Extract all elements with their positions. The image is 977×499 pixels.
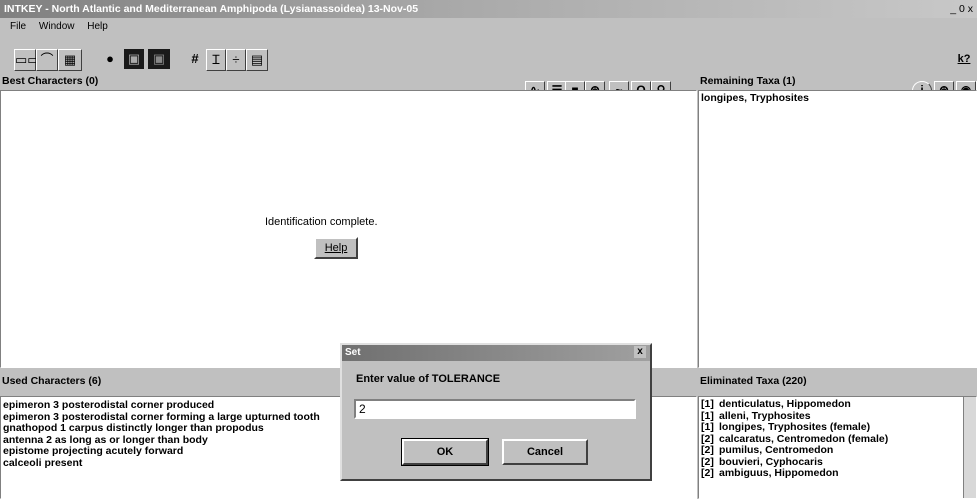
- help-icon: k?: [957, 53, 971, 65]
- toolbar: ▭▭ ⌒ ▦ ● ▣ ▣ # Ɪ ÷ ▤ k?: [0, 35, 977, 73]
- menu-file[interactable]: File: [10, 21, 26, 32]
- taxon-name: denticulatus, Hippomedon: [719, 399, 851, 410]
- list-item[interactable]: [2] bouvieri, Cyphocaris: [701, 457, 976, 469]
- remaining-taxa-list: longipes, Tryphosites: [698, 90, 977, 368]
- list-item[interactable]: [1] alleni, Tryphosites: [701, 411, 976, 423]
- taxon-name: alleni, Tryphosites: [719, 410, 811, 422]
- toolbar-button-2[interactable]: ⌒: [36, 49, 58, 71]
- help-button[interactable]: Help: [314, 237, 358, 259]
- plus-minus-icon: ÷: [232, 52, 240, 67]
- menu-window[interactable]: Window: [39, 21, 75, 32]
- menu-bar: File Window Help: [0, 18, 977, 35]
- taxon-name: calcaratus, Centromedon (female): [719, 433, 889, 445]
- image-icon: ▦: [63, 52, 77, 67]
- remaining-taxa-panel: Remaining Taxa (1) i ⊛ ◉ ⚲ longipes, Try…: [698, 73, 977, 368]
- taxon-badge: [2]: [701, 433, 714, 445]
- toolbar-button-10[interactable]: ▤: [246, 49, 268, 71]
- toolbar-button-1[interactable]: ▭▭: [14, 49, 40, 71]
- eliminated-taxa-title: Eliminated Taxa (220): [700, 375, 807, 387]
- window-title-bar: INTKEY - North Atlantic and Mediterranea…: [0, 0, 977, 18]
- identification-message: Identification complete.: [265, 216, 378, 228]
- taxon-name: ambiguus, Hippomedon: [719, 468, 839, 479]
- scrollbar[interactable]: [963, 397, 976, 498]
- taxon-badge: [2]: [701, 445, 714, 456]
- list-item[interactable]: [1] longipes, Tryphosites (female): [701, 422, 976, 434]
- toolbar-button-6[interactable]: ▣: [148, 49, 170, 69]
- close-icon[interactable]: x: [634, 346, 646, 358]
- cancel-button[interactable]: Cancel: [502, 439, 588, 465]
- toolbar-button-5[interactable]: ▣: [124, 49, 144, 69]
- tolerance-input[interactable]: 2: [354, 399, 636, 419]
- dialog-title: Set: [345, 347, 361, 358]
- taxon-badge: [2]: [701, 456, 714, 468]
- taxon-name: pumilus, Centromedon: [719, 445, 834, 456]
- taxon-badge: [1]: [701, 410, 714, 422]
- taxa-icon: ⌒: [40, 52, 54, 67]
- best-characters-list: Identification complete. Help: [0, 90, 697, 368]
- set-dialog: Set x Enter value of TOLERANCE 2 OK Canc…: [340, 343, 652, 481]
- restart-icon: ●: [106, 51, 114, 66]
- toolbar-button-4[interactable]: ●: [100, 49, 120, 69]
- taxon-name: bouvieri, Cyphocaris: [719, 456, 823, 468]
- toolbar-button-3[interactable]: ▦: [58, 49, 82, 71]
- list-item[interactable]: [1] denticulatus, Hippomedon: [701, 399, 976, 411]
- taxon-badge: [1]: [701, 399, 714, 410]
- best-characters-panel: Best Characters (0) ∿ ☰ ■ ⊛ ~ O ⚲ Identi…: [0, 73, 697, 368]
- toolbar-button-7[interactable]: #: [186, 49, 204, 69]
- window-controls[interactable]: _ 0 x: [950, 0, 973, 18]
- dialog-prompt: Enter value of TOLERANCE: [356, 373, 501, 385]
- ok-button[interactable]: OK: [401, 438, 489, 466]
- text-icon: Ɪ: [212, 52, 220, 67]
- taxon-badge: [2]: [701, 468, 714, 479]
- toolbar-button-9[interactable]: ÷: [226, 49, 246, 71]
- list-item[interactable]: longipes, Tryphosites: [701, 93, 976, 105]
- list-item[interactable]: [2] calcaratus, Centromedon (female): [701, 434, 976, 446]
- doc-icon: ▤: [250, 52, 264, 67]
- dark-icon: ▣: [127, 51, 141, 66]
- eliminated-taxa-list: [1] denticulatus, Hippomedon [1] alleni, T…: [698, 396, 977, 499]
- toolbar-button-8[interactable]: Ɪ: [206, 49, 226, 71]
- taxon-badge: [1]: [701, 422, 714, 433]
- context-help-button[interactable]: k?: [953, 49, 975, 69]
- list-item[interactable]: [2] ambiguus, Hippomedon: [701, 468, 976, 480]
- eliminated-taxa-panel: Eliminated Taxa (220) [1] denticulatus, H…: [698, 370, 977, 499]
- taxon-name: longipes, Tryphosites (female): [719, 422, 871, 433]
- window-title: INTKEY - North Atlantic and Mediterranea…: [4, 3, 419, 15]
- menu-help[interactable]: Help: [87, 21, 108, 32]
- dialog-title-bar: Set x: [342, 345, 650, 361]
- dark2-icon: ▣: [152, 51, 166, 66]
- hash-icon: #: [191, 51, 199, 66]
- list-item[interactable]: [2] pumilus, Centromedon: [701, 445, 976, 457]
